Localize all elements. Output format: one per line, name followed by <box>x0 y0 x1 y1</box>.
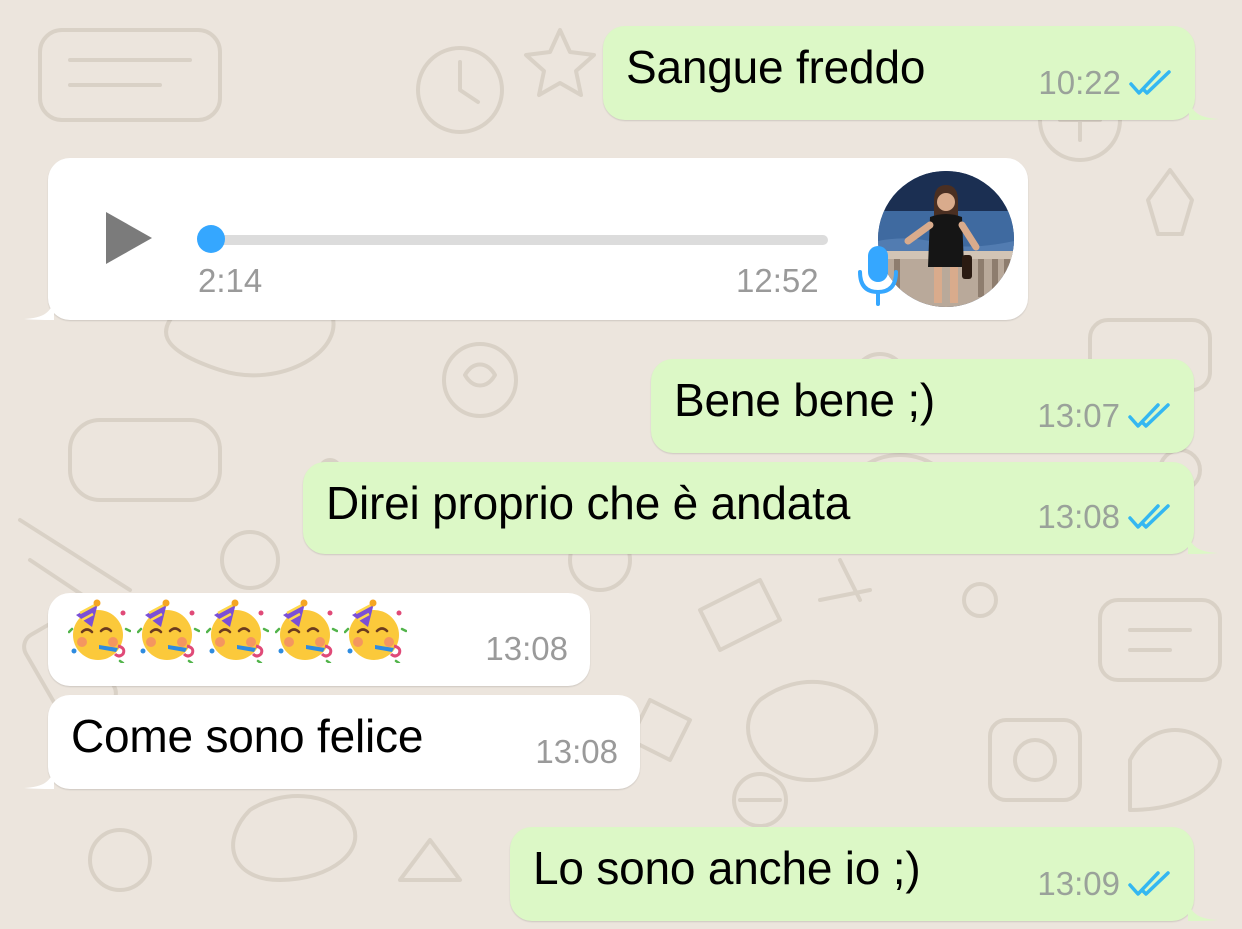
play-icon[interactable] <box>104 210 154 266</box>
message-time: 12:52 <box>736 262 819 299</box>
double-check-icon <box>1128 871 1170 896</box>
message-bubble-incoming[interactable]: Come sono felice 13:08 <box>24 695 640 789</box>
partying-face-emoji <box>206 599 269 663</box>
bubble-tail <box>1188 532 1218 554</box>
audio-current-position: 2:14 <box>198 262 263 299</box>
bubble-tail <box>24 298 54 320</box>
message-bubble-incoming[interactable]: 13:08 <box>48 593 590 686</box>
message-bubble-outgoing[interactable]: Direi proprio che è andata 13:08 <box>303 462 1218 554</box>
audio-progress-track[interactable] <box>198 235 828 245</box>
message-time: 13:08 <box>535 733 618 770</box>
message-time: 10:22 <box>1038 64 1121 101</box>
message-text: Direi proprio che è andata <box>326 477 851 529</box>
message-bubble-outgoing[interactable]: Sangue freddo 10:22 <box>603 26 1219 120</box>
partying-face-emoji <box>344 599 407 663</box>
double-check-icon <box>1128 504 1170 529</box>
message-text: Lo sono anche io ;) <box>533 842 921 894</box>
message-bubble-outgoing[interactable]: Lo sono anche io ;) 13:09 <box>510 827 1218 921</box>
double-check-icon <box>1129 70 1171 95</box>
message-text: Come sono felice <box>71 710 424 762</box>
bubble-tail <box>24 767 54 789</box>
audio-progress-knob[interactable] <box>197 225 225 253</box>
message-text: Sangue freddo <box>626 41 926 93</box>
microphone-icon <box>858 246 898 306</box>
bubble-tail <box>1189 98 1219 120</box>
double-check-icon <box>1128 403 1170 428</box>
message-time: 13:09 <box>1037 865 1120 902</box>
emoji-row <box>68 599 407 663</box>
partying-face-emoji <box>68 599 131 663</box>
message-time: 13:08 <box>485 630 568 667</box>
voice-message-bubble[interactable]: 2:14 12:52 <box>24 158 1028 320</box>
message-bubble-outgoing[interactable]: Bene bene ;) 13:07 <box>651 359 1194 453</box>
message-text: Bene bene ;) <box>674 374 936 426</box>
partying-face-emoji <box>275 599 338 663</box>
message-time: 13:07 <box>1037 397 1120 434</box>
bubble-tail <box>1188 899 1218 921</box>
message-time: 13:08 <box>1037 498 1120 535</box>
partying-face-emoji <box>137 599 200 663</box>
